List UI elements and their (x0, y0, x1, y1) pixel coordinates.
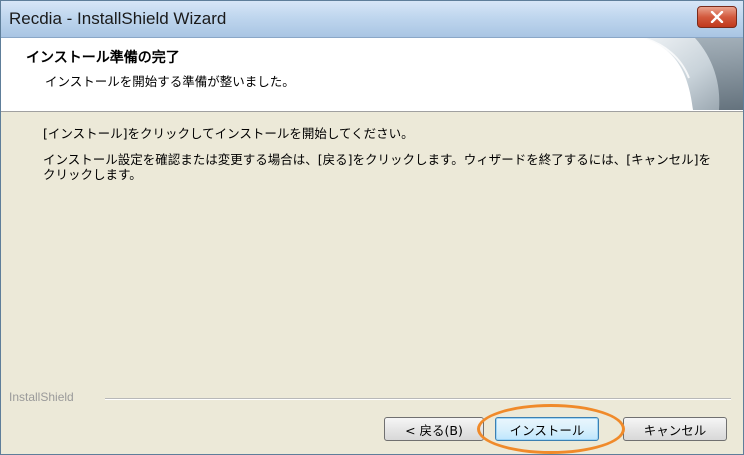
install-button[interactable]: インストール (495, 417, 599, 441)
cancel-button[interactable]: キャンセル (623, 417, 727, 441)
wizard-header: インストール準備の完了 インストールを開始する準備が整いました。 (1, 38, 743, 112)
installshield-curl-graphic (642, 38, 743, 110)
back-button[interactable]: < 戻る(B) (384, 417, 484, 441)
header-title: インストール準備の完了 (26, 50, 180, 66)
instruction-text: [インストール]をクリックしてインストールを開始してください。 (43, 126, 414, 141)
description-text: インストール設定を確認または変更する場合は、[戻る]をクリックします。ウィザード… (43, 152, 712, 182)
close-icon (710, 11, 724, 23)
footer-divider (105, 398, 731, 400)
window-title: Recdia - InstallShield Wizard (9, 9, 227, 28)
title-bar[interactable]: Recdia - InstallShield Wizard (1, 1, 743, 38)
installshield-brand: InstallShield (9, 390, 74, 404)
close-button[interactable] (697, 6, 737, 28)
wizard-body: [インストール]をクリックしてインストールを開始してください。 インストール設定… (1, 112, 743, 454)
installshield-wizard-window: Recdia - InstallShield Wizard インストール準備の完… (0, 0, 744, 455)
header-subtitle: インストールを開始する準備が整いました。 (45, 74, 295, 89)
